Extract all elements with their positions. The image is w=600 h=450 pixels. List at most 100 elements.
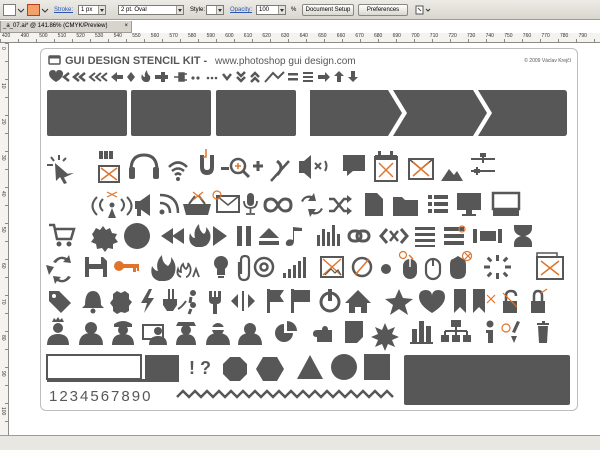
square-shape [364, 354, 390, 380]
document-icon [365, 193, 383, 216]
arrange-documents-icon[interactable] [415, 4, 433, 16]
monitor-icon [457, 193, 481, 210]
ruler-tick-label: 10 [0, 83, 6, 89]
ruler-tick-label: 640 [299, 33, 308, 39]
breadcrumb-step-2 [393, 90, 487, 136]
wrench-icon [209, 291, 221, 314]
dot-icon [381, 264, 391, 274]
ruler-tick-label: 30 [0, 155, 6, 161]
row5-icons [49, 223, 532, 252]
octagon-shape [223, 357, 247, 381]
bar-chart-icon [412, 329, 417, 342]
chevron-down-icon[interactable] [278, 6, 285, 14]
opacity-value: 100 [259, 7, 270, 13]
key-icon [114, 261, 124, 271]
ruler-tick-label: 530 [95, 33, 104, 39]
ruler-tick-label: 670 [355, 33, 364, 39]
sitemap-icon [451, 320, 461, 327]
ellipsis-icon [206, 76, 210, 80]
row8-icons [47, 317, 549, 351]
arrow-left-icon [111, 72, 123, 82]
chevron-down-icon[interactable] [216, 6, 223, 14]
quote-icon [190, 290, 196, 296]
rewind-icon [161, 228, 184, 244]
folder-icon [393, 197, 418, 216]
ruler-tick-label: 50 [0, 227, 6, 233]
triangle-shape [297, 355, 323, 379]
style-swatch[interactable] [206, 5, 224, 15]
triple-bar-icon [303, 72, 313, 74]
document-tab[interactable]: _a_07.ai* @ 141.86% (CMYK/Preview) × [0, 21, 132, 33]
chevron-down-icon[interactable] [98, 6, 105, 14]
pie-chart-icon [287, 321, 297, 331]
info-icon [486, 320, 494, 328]
tag-icon [49, 291, 71, 313]
cursor-click-icon [55, 163, 74, 184]
hourglass-icon [514, 225, 532, 247]
stroke-dropdown[interactable] [41, 4, 49, 16]
ruler-tick-label: 620 [262, 33, 271, 39]
flag-icon [267, 289, 270, 313]
row6-icons [46, 250, 564, 284]
preferences-button[interactable]: Preferences [358, 4, 408, 16]
canvas[interactable]: GUI DESIGN STENCIL KIT - www.photoshop g… [10, 44, 600, 434]
ruler-tick-label: 750 [504, 33, 513, 39]
person-icon [85, 322, 97, 334]
stroke-label[interactable]: Stroke: [54, 6, 73, 14]
chevron-down-icon[interactable] [176, 6, 183, 14]
ruler-tick-label: 730 [467, 33, 476, 39]
fill-swatch[interactable] [3, 4, 16, 16]
status-bar [0, 435, 600, 450]
opacity-label[interactable]: Opacity: [230, 6, 252, 14]
triple-chevron-left-icon [88, 72, 108, 82]
plug-icon [155, 72, 168, 82]
power-plug-icon [174, 72, 187, 82]
sticky-note-icon [345, 321, 363, 343]
trash-icon [537, 321, 549, 325]
vertical-ruler[interactable]: 0 10 20 30 40 50 60 70 80 90 100 [0, 43, 9, 435]
ruler-tick-label: 590 [206, 33, 215, 39]
large-button-shape [404, 355, 570, 405]
trophy-icon [176, 262, 200, 278]
underline-shape [47, 379, 179, 382]
breadcrumb-step-3 [478, 90, 567, 136]
chevron-down-icon [222, 73, 232, 82]
opacity-field[interactable]: 100 [256, 5, 286, 15]
shuffle-icon [329, 197, 349, 213]
ruler-tick-label: 680 [374, 33, 383, 39]
dots-icon [191, 76, 195, 80]
ruler-tick-label: 520 [76, 33, 85, 39]
arrow-right-icon [318, 72, 330, 82]
style-label: Style: [190, 7, 206, 13]
horizontal-ruler[interactable]: 420 490 500 510 520 530 540 550 560 570 580 590 600 6… [0, 33, 600, 43]
document-setup-button[interactable]: Document Setup [302, 4, 354, 16]
equalizer-icon [317, 235, 320, 246]
lock-icon [531, 301, 545, 313]
stroke-swatch[interactable] [27, 4, 40, 16]
brush-definition-field[interactable]: 2 pt. Oval [118, 5, 184, 15]
brush-definition-value: 2 pt. Oval [121, 7, 147, 13]
badge-icon [110, 291, 132, 314]
ruler-tick-label: 580 [188, 33, 197, 39]
slider-h-icon [473, 229, 477, 243]
window-icon-bar [49, 56, 60, 59]
lock-open-icon [503, 301, 517, 313]
slash-icon [264, 71, 285, 83]
flame-icon [141, 70, 151, 82]
hexagon-shape [256, 357, 284, 381]
signal-icon [283, 273, 286, 278]
stroke-weight-field[interactable]: 1 px [78, 5, 106, 15]
zoom-out-icon [221, 167, 229, 170]
basket-icon [183, 204, 211, 215]
fill-dropdown[interactable] [17, 4, 25, 16]
kit-url: www.photoshop gui design.com [214, 56, 356, 67]
row4-icons [91, 190, 521, 218]
ruler-tick-label: 20 [0, 119, 6, 125]
input-button-shape [145, 355, 179, 379]
breadcrumb-step-1 [310, 90, 402, 136]
ruler-tick-label: 790 [578, 33, 587, 39]
stencil-kit-artwork: GUI DESIGN STENCIL KIT - www.photoshop g… [46, 55, 572, 405]
ruler-tick-label: 720 [448, 33, 457, 39]
circle-shape [331, 354, 357, 380]
close-icon[interactable]: × [124, 21, 128, 32]
